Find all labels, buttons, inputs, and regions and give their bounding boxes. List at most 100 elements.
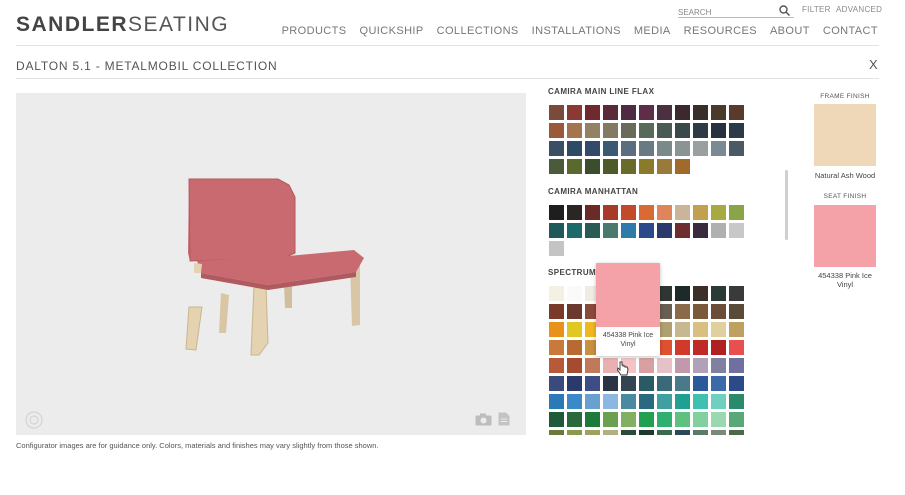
- color-swatch[interactable]: [585, 394, 600, 409]
- color-swatch[interactable]: [567, 159, 582, 174]
- color-swatch[interactable]: [549, 241, 564, 256]
- color-swatch[interactable]: [675, 105, 690, 120]
- color-swatch[interactable]: [567, 358, 582, 373]
- color-swatch[interactable]: [675, 223, 690, 238]
- color-swatch[interactable]: [585, 159, 600, 174]
- color-swatch[interactable]: [567, 141, 582, 156]
- color-swatch[interactable]: [675, 141, 690, 156]
- color-swatch[interactable]: [675, 340, 690, 355]
- color-swatch[interactable]: [693, 304, 708, 319]
- color-swatch[interactable]: [603, 205, 618, 220]
- color-swatch[interactable]: [675, 205, 690, 220]
- nav-contact[interactable]: CONTACT: [823, 25, 878, 37]
- color-swatch[interactable]: [693, 412, 708, 427]
- color-swatch[interactable]: [711, 376, 726, 391]
- color-swatch[interactable]: [549, 159, 564, 174]
- color-swatch[interactable]: [639, 394, 654, 409]
- color-swatch[interactable]: [657, 376, 672, 391]
- color-swatch[interactable]: [639, 223, 654, 238]
- color-swatch[interactable]: [675, 123, 690, 138]
- color-swatch[interactable]: [729, 412, 744, 427]
- color-swatch[interactable]: [729, 340, 744, 355]
- nav-products[interactable]: PRODUCTS: [282, 25, 347, 37]
- color-swatch[interactable]: [729, 376, 744, 391]
- color-swatch[interactable]: [711, 430, 726, 435]
- chair-render[interactable]: [16, 93, 526, 435]
- color-swatch[interactable]: [657, 105, 672, 120]
- camera-icon[interactable]: [475, 413, 492, 431]
- color-swatch[interactable]: [549, 340, 564, 355]
- color-swatch[interactable]: [693, 394, 708, 409]
- color-swatch[interactable]: [711, 322, 726, 337]
- color-swatch[interactable]: [603, 412, 618, 427]
- color-swatch[interactable]: [693, 286, 708, 301]
- color-swatch[interactable]: [711, 105, 726, 120]
- color-swatch[interactable]: [657, 123, 672, 138]
- color-swatch[interactable]: [549, 105, 564, 120]
- color-swatch[interactable]: [639, 412, 654, 427]
- color-swatch[interactable]: [585, 376, 600, 391]
- color-swatch[interactable]: [567, 376, 582, 391]
- color-swatch[interactable]: [729, 394, 744, 409]
- color-swatch[interactable]: [693, 358, 708, 373]
- color-swatch[interactable]: [657, 412, 672, 427]
- color-swatch[interactable]: [711, 358, 726, 373]
- color-swatch[interactable]: [549, 412, 564, 427]
- color-swatch[interactable]: [585, 223, 600, 238]
- color-swatch[interactable]: [711, 340, 726, 355]
- color-swatch[interactable]: [729, 322, 744, 337]
- color-swatch[interactable]: [693, 223, 708, 238]
- color-swatch[interactable]: [639, 159, 654, 174]
- color-swatch[interactable]: [549, 394, 564, 409]
- color-swatch[interactable]: [639, 358, 654, 373]
- color-swatch[interactable]: [639, 376, 654, 391]
- color-swatch[interactable]: [621, 412, 636, 427]
- color-swatch[interactable]: [567, 123, 582, 138]
- color-swatch[interactable]: [711, 123, 726, 138]
- color-swatch[interactable]: [603, 123, 618, 138]
- color-swatch[interactable]: [567, 223, 582, 238]
- search-icon[interactable]: [779, 3, 791, 21]
- color-swatch[interactable]: [549, 223, 564, 238]
- color-swatch[interactable]: [567, 304, 582, 319]
- color-swatch[interactable]: [585, 123, 600, 138]
- nav-quickship[interactable]: QUICKSHIP: [360, 25, 424, 37]
- color-swatch[interactable]: [675, 159, 690, 174]
- color-swatch[interactable]: [639, 105, 654, 120]
- color-swatch[interactable]: [603, 223, 618, 238]
- color-swatch[interactable]: [675, 286, 690, 301]
- search-box[interactable]: [678, 2, 794, 18]
- color-swatch[interactable]: [549, 376, 564, 391]
- color-swatch[interactable]: [567, 394, 582, 409]
- brand-logo[interactable]: SANDLERSEATING: [16, 13, 229, 37]
- color-swatch[interactable]: [657, 141, 672, 156]
- color-swatch[interactable]: [675, 322, 690, 337]
- color-swatch[interactable]: [549, 358, 564, 373]
- color-swatch[interactable]: [675, 304, 690, 319]
- color-swatch[interactable]: [603, 105, 618, 120]
- nav-installations[interactable]: INSTALLATIONS: [532, 25, 621, 37]
- color-swatch[interactable]: [549, 123, 564, 138]
- nav-resources[interactable]: RESOURCES: [684, 25, 757, 37]
- color-swatch[interactable]: [729, 141, 744, 156]
- color-swatch[interactable]: [549, 322, 564, 337]
- color-swatch[interactable]: [567, 105, 582, 120]
- color-swatch[interactable]: [621, 159, 636, 174]
- color-swatch[interactable]: [621, 430, 636, 435]
- color-swatch[interactable]: [711, 205, 726, 220]
- color-swatch[interactable]: [693, 340, 708, 355]
- color-swatch[interactable]: [711, 412, 726, 427]
- color-swatch[interactable]: [675, 358, 690, 373]
- color-swatch[interactable]: [621, 394, 636, 409]
- rotate-icon[interactable]: [25, 411, 43, 434]
- color-swatch[interactable]: [657, 430, 672, 435]
- color-swatch[interactable]: [657, 358, 672, 373]
- color-swatch[interactable]: [567, 286, 582, 301]
- color-swatch[interactable]: [711, 141, 726, 156]
- color-swatch[interactable]: [729, 286, 744, 301]
- color-swatch[interactable]: [675, 412, 690, 427]
- color-swatch[interactable]: [603, 159, 618, 174]
- color-swatch[interactable]: [549, 304, 564, 319]
- nav-about[interactable]: ABOUT: [770, 25, 810, 37]
- color-swatch[interactable]: [585, 205, 600, 220]
